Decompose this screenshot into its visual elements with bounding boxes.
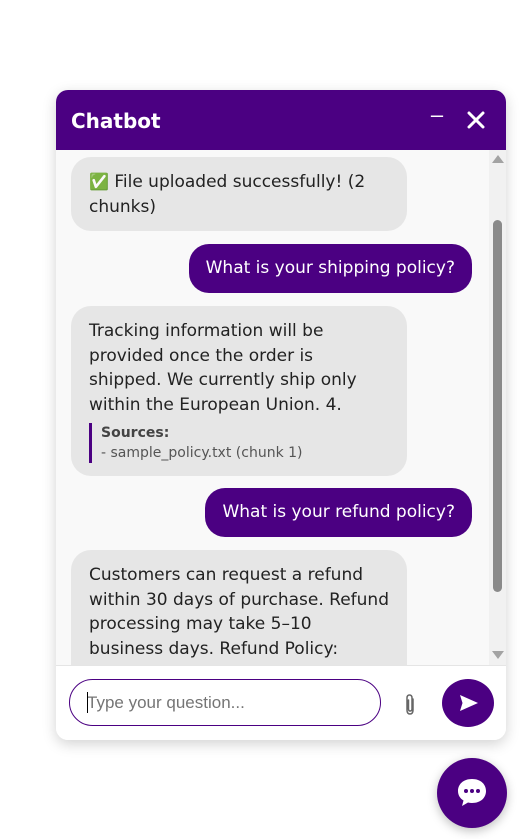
scrollbar[interactable] — [489, 150, 506, 665]
bot-message: Tracking information will be provided on… — [71, 306, 407, 476]
scroll-down-arrow-icon[interactable] — [492, 651, 504, 659]
question-input[interactable] — [69, 679, 381, 726]
chat-header: Chatbot – — [56, 90, 506, 150]
paperclip-icon — [406, 694, 414, 715]
user-message: What is your refund policy? — [205, 488, 472, 537]
message-text: What is your shipping policy? — [205, 258, 455, 278]
close-button[interactable] — [464, 108, 488, 132]
input-area — [56, 665, 506, 740]
close-icon — [467, 111, 485, 129]
message-text: What is your refund policy? — [222, 502, 455, 522]
chat-title: Chatbot — [71, 109, 161, 133]
message-text: Customers can request a refund within 30… — [89, 565, 389, 659]
scroll-up-arrow-icon[interactable] — [492, 155, 504, 163]
minimize-button[interactable]: – — [426, 104, 448, 132]
scroll-thumb[interactable] — [493, 220, 502, 592]
send-button[interactable] — [442, 679, 494, 727]
chat-launcher-button[interactable] — [437, 758, 507, 828]
message-text: Tracking information will be provided on… — [89, 321, 357, 415]
message-list[interactable]: ✅ File uploaded successfully! (2 chunks)… — [56, 150, 506, 665]
message-text: File uploaded successfully! (2 chunks) — [89, 172, 366, 217]
sources-block: Sources: - sample_policy.txt (chunk 1) — [89, 423, 389, 463]
bot-message: Customers can request a refund within 30… — [71, 550, 407, 665]
check-mark-icon: ✅ — [89, 172, 109, 191]
bot-message: ✅ File uploaded successfully! (2 chunks) — [71, 157, 407, 231]
sources-title: Sources: — [101, 425, 170, 441]
user-message: What is your shipping policy? — [188, 244, 472, 293]
chat-bubble-icon — [458, 779, 486, 806]
attach-button[interactable] — [399, 692, 421, 718]
text-caret — [87, 692, 88, 713]
chat-window: Chatbot – ✅ File uploaded successfully! … — [56, 90, 506, 740]
source-item: - sample_policy.txt (chunk 1) — [101, 445, 303, 461]
send-icon — [460, 695, 478, 711]
